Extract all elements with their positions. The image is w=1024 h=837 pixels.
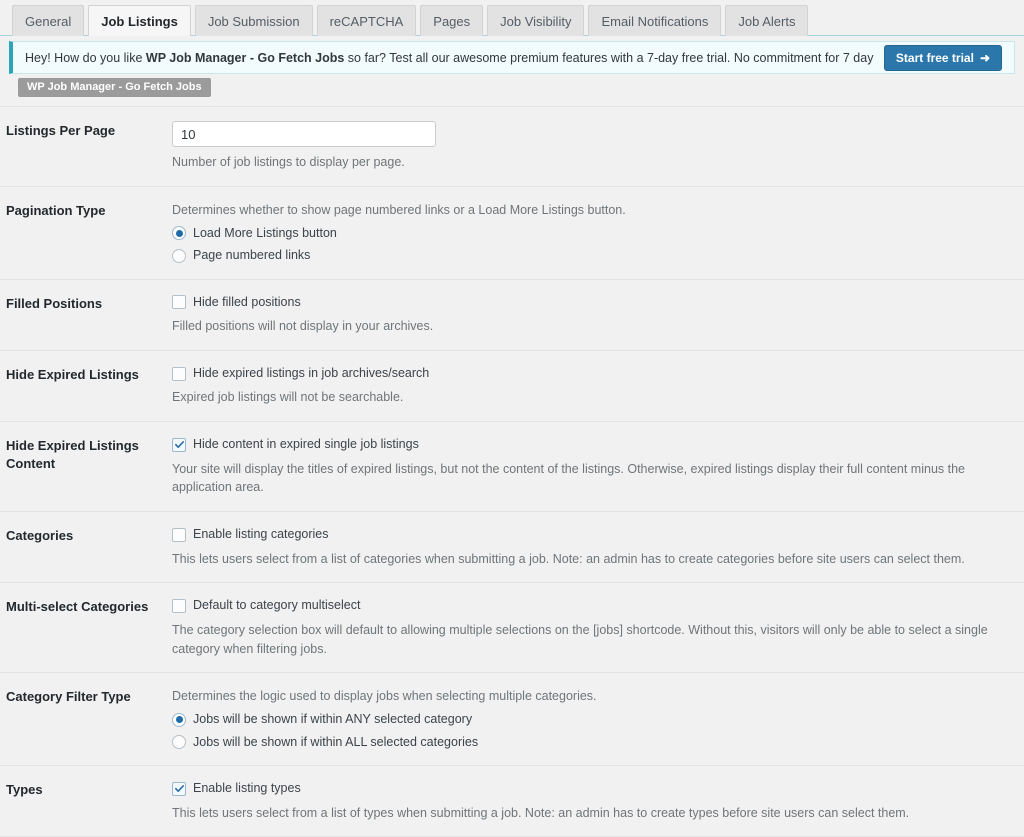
label-hide-expired-listings: Hide Expired Listings bbox=[6, 366, 139, 382]
radio-any-category-label: Jobs will be shown if within ANY selecte… bbox=[193, 712, 473, 726]
radio-all-categories-icon[interactable] bbox=[172, 735, 186, 750]
label-pagination-type: Pagination Type bbox=[6, 202, 106, 218]
setting-row-listings-per-page: Listings Per Page Number of job listings… bbox=[0, 106, 1024, 187]
label-types: Types bbox=[6, 782, 43, 797]
desc-listings-per-page: Number of job listings to display per pa… bbox=[172, 155, 405, 169]
field-filled-positions: Hide filled positions Filled positions w… bbox=[172, 294, 1024, 336]
checkbox-filled-positions-icon[interactable] bbox=[172, 295, 186, 310]
checkmark-icon bbox=[174, 785, 184, 793]
label-filled-positions: Filled Positions bbox=[6, 295, 103, 311]
checkbox-types-label: Enable listing types bbox=[193, 781, 301, 795]
tab-job-submission[interactable]: Job Submission bbox=[194, 5, 313, 36]
radio-load-more-label: Load More Listings button bbox=[193, 225, 337, 240]
radio-page-numbered-icon[interactable] bbox=[172, 248, 186, 263]
checkbox-hide-expired-listings-icon[interactable] bbox=[172, 366, 186, 381]
promo-text-after: so far? Test all our awesome premium fea… bbox=[347, 50, 874, 65]
label-listings-per-page: Listings Per Page bbox=[6, 123, 116, 138]
checkbox-option-filled-positions[interactable]: Hide filled positions bbox=[172, 294, 1010, 312]
checkbox-option-hide-expired-listings[interactable]: Hide expired listings in job archives/se… bbox=[172, 365, 1010, 383]
plugin-badge: WP Job Manager - Go Fetch Jobs bbox=[18, 78, 211, 97]
setting-row-categories: Categories Enable listing categories Thi… bbox=[0, 512, 1024, 584]
listings-per-page-input[interactable] bbox=[172, 121, 436, 147]
field-pagination-type: Determines whether to show page numbered… bbox=[172, 201, 1024, 265]
label-category-filter-type: Category Filter Type bbox=[6, 689, 131, 705]
setting-row-filled-positions: Filled Positions Hide filled positions F… bbox=[0, 280, 1024, 351]
setting-row-hide-expired-listings-content: Hide Expired Listings Content Hide conte… bbox=[0, 422, 1024, 512]
tab-general[interactable]: General bbox=[12, 5, 85, 36]
promo-text-before: Hey! How do you like bbox=[25, 50, 146, 65]
setting-row-category-filter-type: Category Filter Type Determines the logi… bbox=[0, 673, 1024, 766]
radio-option-load-more[interactable]: Load More Listings button bbox=[172, 225, 1010, 243]
setting-row-multi-select-categories: Multi-select Categories Default to categ… bbox=[0, 583, 1024, 674]
field-category-filter-type: Determines the logic used to display job… bbox=[172, 687, 1024, 751]
start-free-trial-button[interactable]: Start free trial ➜ bbox=[883, 44, 1002, 71]
desc-multi-select-categories: The category selection box will default … bbox=[172, 622, 988, 656]
arrow-right-icon: ➜ bbox=[979, 50, 990, 65]
tab-job-alerts[interactable]: Job Alerts bbox=[725, 5, 809, 36]
promo-plugin-name: WP Job Manager - Go Fetch Jobs bbox=[145, 50, 345, 65]
checkbox-hide-expired-listings-label: Hide expired listings in job archives/se… bbox=[193, 365, 430, 380]
tab-pages[interactable]: Pages bbox=[420, 5, 484, 36]
radio-page-numbered-label: Page numbered links bbox=[193, 248, 311, 262]
checkbox-multi-select-categories-label: Default to category multiselect bbox=[193, 598, 361, 613]
field-hide-expired-listings-content: Hide content in expired single job listi… bbox=[172, 436, 1024, 497]
checkmark-icon bbox=[174, 441, 184, 449]
label-categories: Categories bbox=[6, 528, 74, 543]
checkbox-types-icon[interactable] bbox=[172, 781, 186, 796]
tab-job-visibility[interactable]: Job Visibility bbox=[487, 5, 585, 36]
setting-row-types: Types Enable listing types This lets use… bbox=[0, 766, 1024, 837]
desc-pagination-type: Determines whether to show page numbered… bbox=[172, 202, 626, 217]
tab-job-listings[interactable]: Job Listings bbox=[88, 5, 191, 36]
radio-load-more-icon[interactable] bbox=[172, 226, 186, 241]
radio-all-categories-label: Jobs will be shown if within ALL selecte… bbox=[193, 734, 479, 749]
checkbox-option-hide-expired-listings-content[interactable]: Hide content in expired single job listi… bbox=[172, 436, 1010, 454]
field-categories: Enable listing categories This lets user… bbox=[172, 526, 1024, 568]
checkbox-option-types[interactable]: Enable listing types bbox=[172, 780, 1010, 798]
label-hide-expired-listings-content: Hide Expired Listings Content bbox=[6, 438, 139, 472]
promo-notice: Hey! How do you like WP Job Manager - Go… bbox=[9, 41, 1015, 74]
field-hide-expired-listings: Hide expired listings in job archives/se… bbox=[172, 365, 1024, 407]
desc-types: This lets users select from a list of ty… bbox=[172, 805, 910, 820]
tab-recaptcha[interactable]: reCAPTCHA bbox=[316, 5, 417, 36]
radio-option-any-category[interactable]: Jobs will be shown if within ANY selecte… bbox=[172, 711, 1010, 729]
field-multi-select-categories: Default to category multiselect The cate… bbox=[172, 597, 1024, 658]
setting-row-pagination-type: Pagination Type Determines whether to sh… bbox=[0, 187, 1024, 280]
start-free-trial-label: Start free trial bbox=[895, 50, 974, 65]
desc-hide-expired-listings-content: Your site will display the titles of exp… bbox=[172, 461, 965, 495]
settings-form: Listings Per Page Number of job listings… bbox=[0, 106, 1024, 837]
desc-hide-expired-listings: Expired job listings will not be searcha… bbox=[172, 390, 404, 405]
radio-option-page-numbered[interactable]: Page numbered links bbox=[172, 247, 1010, 265]
setting-row-hide-expired-listings: Hide Expired Listings Hide expired listi… bbox=[0, 351, 1024, 422]
promo-notice-text: Hey! How do you like WP Job Manager - Go… bbox=[25, 51, 874, 65]
tab-email-notifications[interactable]: Email Notifications bbox=[588, 5, 722, 36]
radio-option-all-categories[interactable]: Jobs will be shown if within ALL selecte… bbox=[172, 734, 1010, 752]
checkbox-hide-expired-listings-content-label: Hide content in expired single job listi… bbox=[193, 437, 419, 451]
radio-any-category-icon[interactable] bbox=[172, 712, 186, 727]
settings-tab-bar: General Job Listings Job Submission reCA… bbox=[0, 0, 1024, 36]
checkbox-filled-positions-label: Hide filled positions bbox=[193, 294, 301, 309]
checkbox-multi-select-categories-icon[interactable] bbox=[172, 599, 186, 613]
checkbox-categories-icon[interactable] bbox=[172, 527, 186, 542]
checkbox-categories-label: Enable listing categories bbox=[193, 527, 329, 541]
checkbox-option-categories[interactable]: Enable listing categories bbox=[172, 526, 1010, 544]
desc-categories: This lets users select from a list of ca… bbox=[172, 551, 965, 566]
checkbox-hide-expired-listings-content-icon[interactable] bbox=[172, 437, 186, 452]
label-multi-select-categories: Multi-select Categories bbox=[6, 599, 149, 615]
field-listings-per-page: Number of job listings to display per pa… bbox=[172, 121, 1024, 172]
field-types: Enable listing types This lets users sel… bbox=[172, 780, 1024, 822]
plugin-badge-row: WP Job Manager - Go Fetch Jobs bbox=[0, 74, 1024, 98]
desc-category-filter-type: Determines the logic used to display job… bbox=[172, 689, 597, 704]
desc-filled-positions: Filled positions will not display in you… bbox=[172, 319, 434, 333]
checkbox-option-multi-select-categories[interactable]: Default to category multiselect bbox=[172, 597, 1010, 615]
